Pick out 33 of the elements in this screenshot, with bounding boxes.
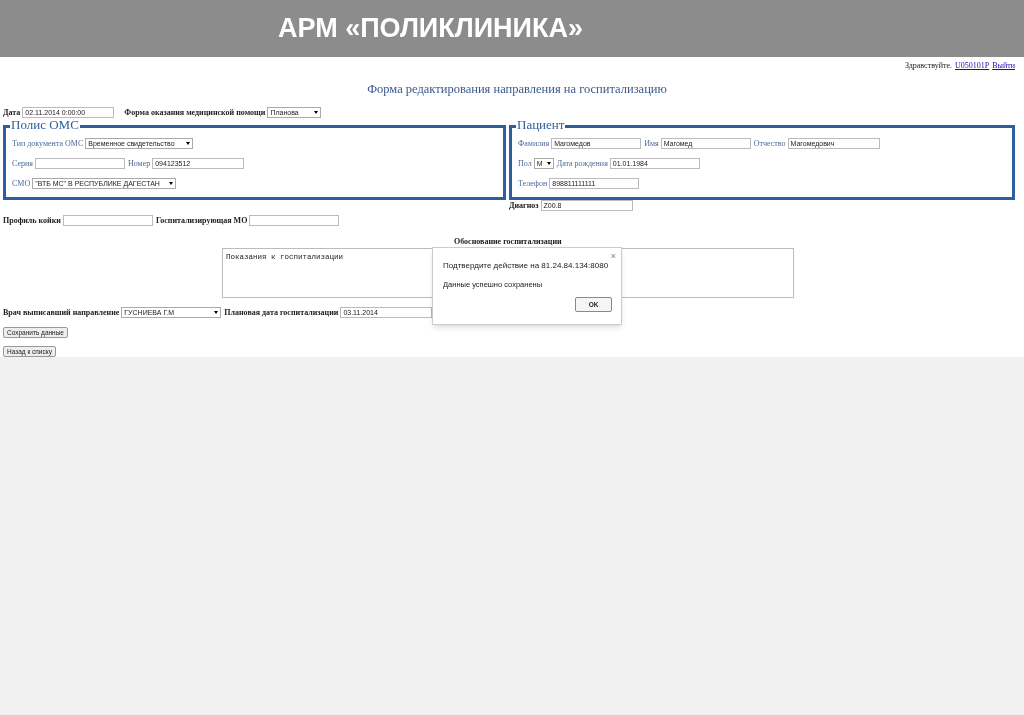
- slide-title: АРМ «ПОЛИКЛИНИКА»: [278, 12, 583, 46]
- field-label: Врач выписавший направление: [3, 306, 120, 319]
- caret-icon: [546, 162, 551, 166]
- dialog-title: Подтвердите действие на 81.24.84.134:8080: [443, 260, 609, 272]
- input-field[interactable]: [34, 158, 125, 170]
- field-label: Отчество: [753, 137, 786, 150]
- field-label: Форма оказания медицинской помощи: [124, 106, 266, 119]
- caret-icon: [314, 111, 319, 115]
- field-label: Пол: [518, 157, 532, 170]
- form-title: Форма редактирования направления на госпитализацию: [366, 81, 668, 98]
- caret-icon: [169, 182, 174, 186]
- field-label: Номер: [127, 157, 151, 170]
- logout-link[interactable]: Выйти: [992, 60, 1015, 72]
- close-button[interactable]: ×: [610, 251, 616, 261]
- input-field[interactable]: [249, 215, 340, 227]
- field-label: Дата: [3, 106, 21, 119]
- input-field[interactable]: [62, 215, 153, 227]
- field-label: Имя: [644, 137, 659, 150]
- field-label: СМО: [12, 177, 31, 190]
- field-label: Серия: [12, 157, 33, 170]
- field-label: Плановая дата госпитализации: [224, 306, 339, 319]
- field-label: Дата рождения: [556, 157, 608, 170]
- field-label: Профиль койки: [3, 214, 61, 227]
- user-link[interactable]: U050101P: [955, 60, 990, 72]
- caret-icon: [214, 311, 219, 315]
- justification-label: Обоснование госпитализации: [454, 235, 563, 248]
- field-label: Госпитализирующая МО: [155, 214, 248, 227]
- field-label: Диагноз: [509, 199, 539, 212]
- field-label: Фамилия: [518, 137, 550, 150]
- greeting-text: Здравствуйте.: [904, 60, 952, 72]
- caret-icon: [186, 142, 191, 146]
- field-label: Телефон: [518, 177, 548, 190]
- field-label: Тип документа ОМС: [12, 137, 84, 150]
